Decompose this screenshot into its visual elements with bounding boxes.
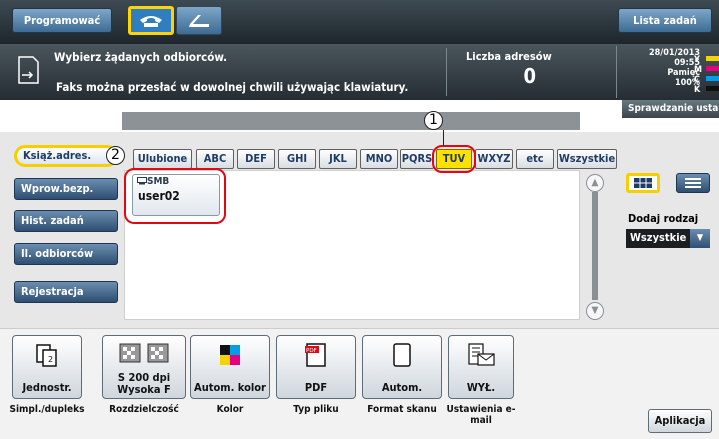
fax-scan-screen: Programować Lista zadań Wybierz żądanych… bbox=[0, 0, 719, 439]
file-type-setting-button[interactable]: PDF PDF bbox=[276, 335, 356, 399]
job-list-button[interactable]: Lista zadań bbox=[618, 8, 712, 33]
divider bbox=[446, 48, 447, 96]
callout-number-2: 2 bbox=[106, 146, 125, 165]
memory-value: 100% bbox=[674, 78, 700, 88]
scan-size-value: Autom. bbox=[381, 381, 423, 394]
scrollbar[interactable] bbox=[592, 192, 598, 300]
address-book-tab[interactable]: Książ.adres. bbox=[14, 145, 118, 167]
toner-level-indicator bbox=[706, 56, 719, 96]
callout-number-1: 1 bbox=[424, 111, 443, 130]
page-icon: 2 bbox=[36, 344, 57, 367]
tab-pqrs[interactable]: PQRS bbox=[400, 149, 434, 169]
tab-ghi[interactable]: GHI bbox=[278, 149, 316, 169]
resolution-setting-button[interactable]: S 200 dpi Wysoka F bbox=[102, 335, 186, 399]
type-filter-select[interactable]: Wszystkie bbox=[626, 229, 690, 248]
file-type-value: PDF bbox=[304, 381, 328, 394]
email-setting-button[interactable]: WYŁ. bbox=[448, 335, 514, 399]
chevron-down-icon[interactable]: ▼ bbox=[690, 229, 710, 248]
callout-highlight-tuv bbox=[432, 145, 476, 173]
fax-document-icon bbox=[18, 56, 39, 84]
callout-highlight-entry bbox=[124, 168, 226, 224]
application-button[interactable]: Aplikacja bbox=[648, 409, 712, 433]
instruction-text: Wybierz żądanych odbiorców. bbox=[54, 50, 228, 64]
list-view-button[interactable] bbox=[676, 173, 710, 193]
email-icon bbox=[468, 343, 495, 366]
color-caption: Kolor bbox=[216, 404, 244, 415]
destination-count-tab[interactable]: Il. odbiorców bbox=[14, 243, 118, 265]
resolution-value: S 200 dpi Wysoka F bbox=[117, 371, 171, 396]
memory-label: Pamięć bbox=[667, 68, 700, 78]
toner-letters: Y M C K bbox=[694, 55, 703, 95]
scanner-icon bbox=[189, 14, 209, 27]
tab-mno[interactable]: MNO bbox=[360, 149, 398, 169]
toner-cyan bbox=[706, 76, 719, 81]
scan-mode-button[interactable] bbox=[176, 6, 222, 35]
type-filter-label: Dodaj rodzaj bbox=[628, 212, 699, 225]
toner-magenta bbox=[706, 66, 719, 71]
direct-input-tab[interactable]: Wprow.bezp. bbox=[14, 178, 118, 200]
pdf-icon: PDF bbox=[305, 343, 326, 367]
check-settings-button[interactable]: Sprawdzanie usta bbox=[622, 100, 719, 118]
toner-yellow bbox=[706, 56, 719, 61]
duplex-value: Jednostr. bbox=[22, 381, 72, 394]
scan-size-setting-button[interactable]: Autom. bbox=[362, 335, 442, 399]
grid-view-icon bbox=[634, 178, 652, 188]
address-count-label: Liczba adresów bbox=[466, 50, 552, 63]
file-type-caption: Typ pliku bbox=[293, 404, 339, 415]
keyboard-hint-text: Faks można przesłać w dowolnej chwili uż… bbox=[56, 80, 409, 94]
color-icon bbox=[220, 345, 240, 365]
status-time: 09:55 bbox=[674, 58, 700, 68]
list-view-icon bbox=[685, 178, 701, 188]
fax-mode-button[interactable] bbox=[128, 6, 174, 35]
scroll-up-button[interactable]: ▲ bbox=[586, 174, 604, 192]
tab-jkl[interactable]: JKL bbox=[319, 149, 357, 169]
tab-all[interactable]: Wszystkie bbox=[557, 149, 617, 169]
tab-favorites[interactable]: Ulubione bbox=[133, 149, 192, 169]
job-history-tab[interactable]: Hist. zadań bbox=[14, 210, 118, 232]
scroll-down-button[interactable]: ▼ bbox=[586, 302, 604, 320]
phone-icon bbox=[140, 15, 162, 27]
grid-view-button[interactable] bbox=[626, 173, 660, 193]
color-value: Autom. kolor bbox=[194, 381, 266, 394]
registration-button[interactable]: Rejestracja bbox=[14, 281, 118, 303]
callout-line bbox=[443, 130, 444, 146]
scan-size-caption: Format skanu bbox=[367, 404, 437, 415]
tab-etc[interactable]: etc bbox=[516, 149, 554, 169]
duplex-caption: Simpl./dupleks bbox=[9, 404, 85, 415]
svg-text:PDF: PDF bbox=[306, 348, 317, 354]
tab-def[interactable]: DEF bbox=[237, 149, 275, 169]
resolution-icon bbox=[119, 343, 169, 363]
duplex-setting-button[interactable]: 2 Jednostr. bbox=[12, 335, 82, 399]
color-setting-button[interactable]: Autom. kolor bbox=[190, 335, 270, 399]
destination-bar bbox=[122, 112, 580, 130]
tab-wxyz[interactable]: WXYZ bbox=[475, 149, 513, 169]
divider bbox=[616, 46, 617, 98]
paper-size-icon bbox=[393, 343, 411, 367]
status-date: 28/01/2013 bbox=[649, 48, 700, 58]
email-caption: Ustawienia e-mail bbox=[446, 404, 516, 426]
tab-abc[interactable]: ABC bbox=[196, 149, 234, 169]
address-count-value: 0 bbox=[523, 64, 536, 88]
resolution-caption: Rozdzielczość bbox=[109, 404, 179, 415]
toner-black bbox=[706, 86, 719, 91]
email-value: WYŁ. bbox=[466, 381, 496, 394]
program-button[interactable]: Programować bbox=[12, 8, 112, 33]
machine-status: 28/01/2013 09:55 Pamięć 100% bbox=[620, 48, 718, 88]
svg-text:2: 2 bbox=[48, 355, 53, 364]
